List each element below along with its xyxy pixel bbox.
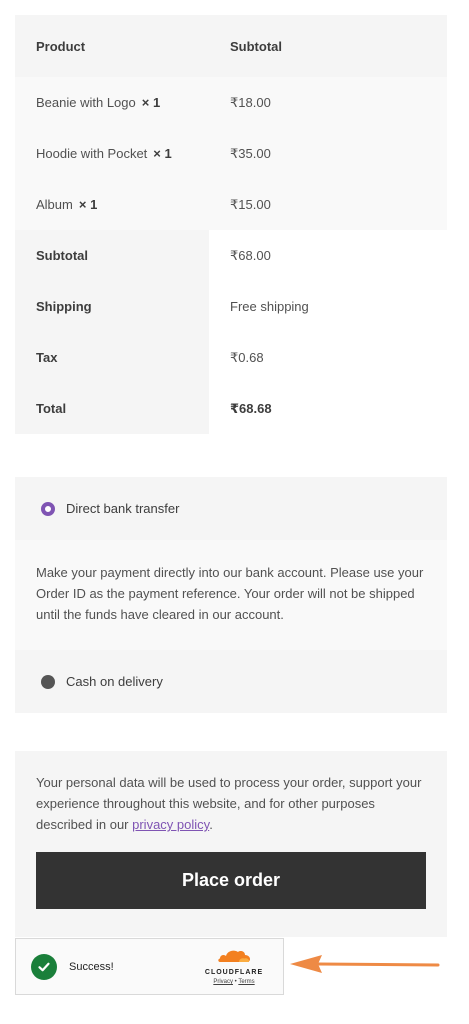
item-name: Hoodie with Pocket bbox=[36, 146, 148, 161]
turnstile-status: Success! bbox=[69, 960, 114, 973]
product-column-header: Product bbox=[36, 38, 86, 54]
privacy-text-end: . bbox=[209, 817, 213, 832]
cloudflare-wordmark: CLOUDFLARE bbox=[204, 969, 264, 976]
item-name: Beanie with Logo bbox=[36, 95, 136, 110]
annotation-arrow-icon bbox=[290, 955, 440, 973]
item-qty: × 1 bbox=[153, 146, 172, 161]
totals-label: Shipping bbox=[15, 281, 209, 332]
item-price: ₹18.00 bbox=[230, 94, 271, 110]
totals-label: Total bbox=[15, 383, 209, 434]
totals-value: ₹68.00 bbox=[209, 230, 447, 281]
item-name: Album bbox=[36, 197, 73, 212]
place-order-button[interactable]: Place order bbox=[36, 852, 426, 909]
payment-methods: Direct bank transfer Make your payment d… bbox=[15, 477, 447, 713]
totals-label: Tax bbox=[15, 332, 209, 383]
payment-method-label[interactable]: Direct bank transfer bbox=[66, 501, 179, 516]
item-price: ₹35.00 bbox=[230, 145, 271, 161]
privacy-notice: Your personal data will be used to proce… bbox=[36, 772, 427, 835]
order-total-row: Total ₹68.68 bbox=[15, 383, 447, 434]
subtotal-column-header: Subtotal bbox=[230, 38, 282, 54]
turnstile-links: Privacy • Terms bbox=[199, 979, 269, 985]
table-header: Product Subtotal bbox=[15, 15, 447, 77]
cloudflare-logo: CLOUDFLARE Privacy • Terms bbox=[199, 948, 269, 985]
totals-value: ₹0.68 bbox=[209, 332, 447, 383]
turnstile-terms-link[interactable]: Terms bbox=[238, 979, 254, 985]
item-price: ₹15.00 bbox=[230, 196, 271, 212]
radio-unselected-icon[interactable] bbox=[41, 674, 55, 689]
tax-row: Tax ₹0.68 bbox=[15, 332, 447, 383]
place-order-section: Your personal data will be used to proce… bbox=[15, 751, 447, 937]
totals-value: ₹68.68 bbox=[209, 383, 447, 434]
radio-selected-icon[interactable] bbox=[41, 501, 55, 516]
link-separator: • bbox=[234, 979, 237, 985]
totals-label: Subtotal bbox=[15, 230, 209, 281]
item-qty: × 1 bbox=[141, 95, 161, 110]
privacy-policy-link[interactable]: privacy policy bbox=[132, 817, 209, 832]
payment-description: Make your payment directly into our bank… bbox=[15, 540, 447, 650]
table-row: Hoodie with Pocket × 1 ₹35.00 bbox=[15, 128, 447, 179]
success-check-icon bbox=[31, 953, 57, 980]
turnstile-privacy-link[interactable]: Privacy bbox=[213, 979, 233, 985]
totals-value: Free shipping bbox=[209, 281, 447, 332]
subtotal-row: Subtotal ₹68.00 bbox=[15, 230, 447, 281]
payment-method-bacs[interactable]: Direct bank transfer bbox=[15, 477, 447, 540]
privacy-text: Your personal data will be used to proce… bbox=[36, 775, 422, 832]
table-row: Beanie with Logo × 1 ₹18.00 bbox=[15, 77, 447, 128]
table-row: Album × 1 ₹15.00 bbox=[15, 179, 447, 230]
item-qty: × 1 bbox=[78, 197, 98, 212]
payment-method-cod[interactable]: Cash on delivery bbox=[15, 650, 447, 713]
cloudflare-cloud-icon bbox=[218, 950, 250, 962]
shipping-row: Shipping Free shipping bbox=[15, 281, 447, 332]
payment-method-label[interactable]: Cash on delivery bbox=[66, 674, 163, 689]
order-review-table: Product Subtotal Beanie with Logo × 1 ₹18… bbox=[15, 15, 447, 434]
turnstile-widget: Success! CLOUDFLARE Privacy • Terms bbox=[15, 938, 284, 995]
